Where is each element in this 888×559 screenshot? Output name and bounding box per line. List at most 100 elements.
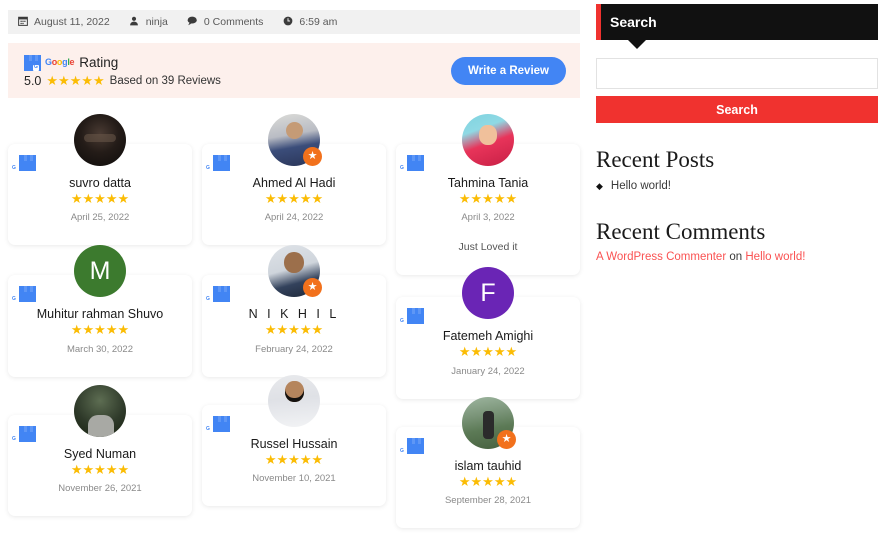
reviews-column-1: suvro datta ★★★★★ April 25, 2022 M Muhit… xyxy=(8,114,192,528)
review-date: April 3, 2022 xyxy=(461,212,515,224)
bullet-icon: ◆ xyxy=(596,181,603,191)
avatar xyxy=(74,114,126,166)
review-card[interactable]: M Muhitur rahman Shuvo ★★★★★ March 30, 2… xyxy=(8,245,192,377)
comment-post-link[interactable]: Hello world! xyxy=(745,251,805,263)
sidebar: Search Search Recent Posts ◆ Hello world… xyxy=(588,0,888,559)
comment-author-link[interactable]: A WordPress Commenter xyxy=(596,251,726,263)
avatar: F xyxy=(462,267,514,320)
review-card[interactable]: ★ Ahmed Al Hadi ★★★★★ April 24, 2022 xyxy=(202,114,386,246)
local-guide-badge-icon: ★ xyxy=(497,429,516,449)
review-stars: ★★★★★ xyxy=(70,191,130,206)
google-business-icon xyxy=(399,155,424,173)
avatar-initial: F xyxy=(462,267,514,320)
avatar xyxy=(74,384,126,437)
rating-score: 5.0 xyxy=(24,73,42,88)
main-content-column: August 11, 2022 ninja 0 Comments 6:59 am xyxy=(0,0,588,559)
reviews-column-2: ★ Ahmed Al Hadi ★★★★★ April 24, 2022 ★ N… xyxy=(202,114,386,528)
review-card[interactable]: ★ N I K H I L ★★★★★ February 24, 2022 xyxy=(202,245,386,377)
search-submit-button[interactable]: Search xyxy=(596,96,878,123)
comment-icon xyxy=(186,16,199,29)
search-widget: Search Search xyxy=(596,4,878,123)
google-business-icon xyxy=(11,286,36,304)
google-rating-banner: Google Rating 5.0 ★★★★★ Based on 39 Revi… xyxy=(8,43,580,98)
search-widget-title: Search xyxy=(610,14,657,30)
recent-posts-list: ◆ Hello world! xyxy=(596,177,878,195)
avatar: ★ xyxy=(268,245,322,298)
calendar-icon xyxy=(16,16,29,29)
google-business-icon xyxy=(205,155,230,173)
review-card[interactable]: F Fatemeh Amighi ★★★★★ January 24, 2022 xyxy=(396,267,580,399)
local-guide-badge-icon: ★ xyxy=(303,278,322,298)
recent-posts-title: Recent Posts xyxy=(596,147,715,172)
avatar-image xyxy=(74,114,126,166)
google-logo: Google xyxy=(45,57,75,67)
rating-word: Rating xyxy=(79,55,119,70)
reviewer-name: Tahmina Tania xyxy=(447,176,529,190)
post-date-label: August 11, 2022 xyxy=(34,16,110,28)
avatar: ★ xyxy=(462,396,516,449)
google-business-icon xyxy=(399,437,424,456)
review-text: Just Loved it xyxy=(458,241,518,254)
search-input[interactable] xyxy=(596,58,878,89)
review-card[interactable]: ★ islam tauhid ★★★★★ September 28, 2021 xyxy=(396,396,580,528)
review-stars: ★★★★★ xyxy=(70,461,130,477)
review-stars: ★★★★★ xyxy=(458,473,518,489)
reviews-column-3: Tahmina Tania ★★★★★ April 3, 2022 Just L… xyxy=(396,114,580,528)
avatar xyxy=(268,374,320,427)
avatar-image xyxy=(268,374,320,427)
comment-connector: on xyxy=(729,251,743,263)
post-time: 6:59 am xyxy=(281,16,337,29)
list-item[interactable]: ◆ Hello world! xyxy=(596,177,878,195)
reviewer-name: N I K H I L xyxy=(248,307,340,322)
review-date: November 10, 2021 xyxy=(252,472,336,484)
review-card[interactable]: Russel Hussain ★★★★★ November 10, 2021 xyxy=(202,374,386,506)
rating-based-on: Based on 39 Reviews xyxy=(109,74,221,87)
page-root: August 11, 2022 ninja 0 Comments 6:59 am xyxy=(0,0,888,559)
reviews-grid: suvro datta ★★★★★ April 25, 2022 M Muhit… xyxy=(0,114,588,528)
review-stars: ★★★★★ xyxy=(70,322,130,338)
rating-provider-row: Google Rating xyxy=(24,54,221,72)
user-icon xyxy=(128,16,141,29)
review-card[interactable]: Tahmina Tania ★★★★★ April 3, 2022 Just L… xyxy=(396,114,580,276)
reviewer-name: Muhitur rahman Shuvo xyxy=(36,307,164,322)
reviewer-name: Syed Numan xyxy=(63,446,137,461)
avatar-initial: M xyxy=(74,245,126,298)
reviewer-name: islam tauhid xyxy=(454,458,522,473)
review-date: November 26, 2021 xyxy=(58,482,142,494)
review-card[interactable]: Syed Numan ★★★★★ November 26, 2021 xyxy=(8,384,192,516)
google-business-icon xyxy=(205,286,230,304)
post-date: August 11, 2022 xyxy=(16,16,110,29)
rating-summary: Google Rating 5.0 ★★★★★ Based on 39 Revi… xyxy=(24,54,221,88)
review-stars: ★★★★★ xyxy=(458,344,518,360)
google-business-icon xyxy=(399,308,424,326)
local-guide-badge-icon: ★ xyxy=(303,147,322,166)
avatar-image xyxy=(462,114,514,166)
review-date: March 30, 2022 xyxy=(66,343,133,355)
review-stars: ★★★★★ xyxy=(458,191,518,206)
google-business-icon xyxy=(205,415,230,434)
recent-comment-item: A WordPress Commenter on Hello world! xyxy=(596,249,878,266)
post-comments-label: 0 Comments xyxy=(203,16,264,28)
review-date: February 24, 2022 xyxy=(255,343,333,355)
write-review-button[interactable]: Write a Review xyxy=(451,56,566,85)
post-meta-bar: August 11, 2022 ninja 0 Comments 6:59 am xyxy=(8,10,580,34)
google-business-icon xyxy=(11,425,36,444)
google-business-icon xyxy=(11,155,36,173)
review-card[interactable]: suvro datta ★★★★★ April 25, 2022 xyxy=(8,114,192,246)
search-widget-header: Search xyxy=(596,4,878,40)
avatar: ★ xyxy=(268,114,322,166)
reviewer-name: Fatemeh Amighi xyxy=(442,329,534,344)
recent-comments-title: Recent Comments xyxy=(596,219,766,244)
review-date: April 25, 2022 xyxy=(70,212,130,224)
post-comments: 0 Comments xyxy=(186,16,264,29)
review-stars: ★★★★★ xyxy=(264,451,324,467)
header-notch xyxy=(628,40,646,49)
reviewer-name: Russel Hussain xyxy=(250,436,338,451)
recent-post-label: Hello world! xyxy=(610,180,671,192)
avatar xyxy=(462,114,514,166)
reviewer-name: Ahmed Al Hadi xyxy=(252,176,336,190)
post-time-label: 6:59 am xyxy=(299,16,338,28)
google-business-icon xyxy=(24,54,41,71)
review-date: January 24, 2022 xyxy=(451,365,525,377)
post-author-label: ninja xyxy=(145,16,168,28)
